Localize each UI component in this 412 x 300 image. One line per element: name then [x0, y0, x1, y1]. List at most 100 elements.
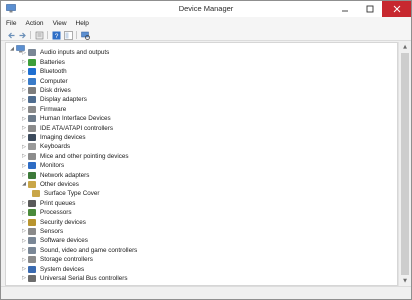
- expand-chevron-icon[interactable]: ▷: [20, 69, 28, 75]
- expand-chevron-icon[interactable]: ▷: [20, 106, 28, 112]
- menu-help[interactable]: Help: [76, 20, 89, 27]
- tree-item[interactable]: ▷ IDE ATA/ATAPI controllers: [20, 123, 113, 132]
- help-icon: ?: [52, 31, 60, 40]
- tree-item[interactable]: ▷ Audio inputs and outputs: [20, 48, 109, 57]
- expand-chevron-icon[interactable]: ▷: [20, 210, 28, 216]
- usb-icon: [28, 274, 36, 282]
- expand-chevron-icon[interactable]: ▷: [20, 275, 28, 281]
- tree-item[interactable]: ▷ System devices: [20, 264, 84, 273]
- scroll-down-arrow-icon[interactable]: ▼: [399, 276, 411, 286]
- tree-item[interactable]: ▷ Universal Serial Bus controllers: [20, 274, 128, 283]
- display-adapter-icon: [28, 96, 36, 104]
- expand-chevron-icon[interactable]: ▷: [20, 163, 28, 169]
- tree-item-label: Keyboards: [40, 143, 71, 151]
- tree-item[interactable]: ▷ Bluetooth: [20, 67, 67, 76]
- maximize-button[interactable]: [357, 1, 382, 17]
- tree-item-label: Sensors: [40, 227, 64, 235]
- expand-chevron-icon[interactable]: ▷: [20, 116, 28, 122]
- close-button[interactable]: [382, 1, 411, 17]
- tree-item-label: Firmware: [40, 105, 67, 113]
- tree-item-label: Computer: [40, 77, 68, 85]
- expand-chevron-icon[interactable]: ▷: [20, 153, 28, 159]
- status-bar: [1, 286, 411, 299]
- expand-chevron-icon[interactable]: ▷: [20, 144, 28, 150]
- firmware-icon: [28, 105, 36, 113]
- ide-controller-icon: [28, 124, 36, 132]
- tree-item[interactable]: ▷ Network adapters: [20, 170, 89, 179]
- tree-item-label: Batteries: [40, 58, 65, 66]
- unknown-device-icon: [32, 190, 40, 198]
- tree-item[interactable]: ▷ Human Interface Devices: [20, 114, 111, 123]
- tree-item-label: Processors: [40, 209, 72, 217]
- help-button[interactable]: ?: [51, 30, 61, 40]
- tree-item-label: System devices: [40, 265, 85, 273]
- scan-hardware-button[interactable]: [80, 30, 90, 40]
- expand-chevron-icon[interactable]: ▷: [20, 266, 28, 272]
- tree-item[interactable]: ▷ Firmware: [20, 105, 66, 114]
- minimize-icon: [341, 10, 348, 12]
- properties-button[interactable]: [34, 30, 44, 40]
- expand-chevron-icon[interactable]: ▷: [20, 238, 28, 244]
- vertical-scrollbar[interactable]: ▲ ▼: [398, 42, 410, 286]
- tree-item[interactable]: ▷ Keyboards: [20, 142, 70, 151]
- tree-item[interactable]: ▷ Sound, video and game controllers: [20, 246, 137, 255]
- menu-action[interactable]: Action: [25, 20, 43, 27]
- device-tree[interactable]: ◢ ▷ Audio inputs and outputs ▷ Batteries ▷ Bl…: [5, 42, 398, 286]
- menu-file[interactable]: File: [6, 20, 16, 27]
- printer-icon: [28, 199, 36, 207]
- expand-chevron-icon[interactable]: ▷: [20, 228, 28, 234]
- menu-view[interactable]: View: [53, 20, 67, 27]
- collapse-chevron-icon[interactable]: ◢: [20, 181, 28, 187]
- system-devices-icon: [28, 265, 36, 273]
- tree-item[interactable]: ▷ Imaging devices: [20, 133, 86, 142]
- forward-icon: [19, 32, 26, 38]
- tree-item[interactable]: ▷ Mice and other pointing devices: [20, 152, 129, 161]
- expand-chevron-icon[interactable]: ▷: [20, 59, 28, 65]
- title-bar[interactable]: Device Manager: [1, 1, 411, 17]
- expand-chevron-icon[interactable]: ▷: [20, 78, 28, 84]
- tree-item-label: Bluetooth: [40, 68, 67, 76]
- collapse-chevron-icon[interactable]: ◢: [8, 46, 16, 52]
- expand-chevron-icon[interactable]: ▷: [20, 134, 28, 140]
- tree-item[interactable]: ▷ Software devices: [20, 236, 88, 245]
- tree-item[interactable]: ▷ Display adapters: [20, 95, 87, 104]
- tree-item-label: Imaging devices: [40, 133, 86, 141]
- tree-item[interactable]: ▷ Sensors: [20, 227, 63, 236]
- tree-item-label: Software devices: [40, 237, 88, 245]
- tree-item[interactable]: ▷ Storage controllers: [20, 255, 93, 264]
- tree-item[interactable]: ▷ Print queues: [20, 199, 75, 208]
- tree-item-label: Disk drives: [40, 86, 71, 94]
- tree-item-label: Other devices: [40, 180, 79, 188]
- forward-button[interactable]: [17, 30, 27, 40]
- tree-item[interactable]: ▷ Security devices: [20, 217, 86, 226]
- expand-chevron-icon[interactable]: ▷: [20, 87, 28, 93]
- expand-chevron-icon[interactable]: ▷: [20, 172, 28, 178]
- expand-chevron-icon[interactable]: ▷: [20, 125, 28, 131]
- expand-chevron-icon[interactable]: ▷: [20, 200, 28, 206]
- expand-chevron-icon[interactable]: ▷: [20, 219, 28, 225]
- storage-controller-icon: [28, 256, 36, 264]
- tree-item[interactable]: ▷ Computer: [20, 76, 68, 85]
- tree-item[interactable]: ▷ Batteries: [20, 58, 65, 67]
- svg-text:?: ?: [54, 33, 58, 40]
- expand-chevron-icon[interactable]: ▷: [20, 50, 28, 56]
- tree-item[interactable]: ▷ Processors: [20, 208, 72, 217]
- camera-icon: [28, 133, 36, 141]
- scroll-thumb[interactable]: [401, 53, 409, 275]
- tree-item-label: Universal Serial Bus controllers: [40, 274, 128, 282]
- scroll-up-arrow-icon[interactable]: ▲: [399, 42, 411, 52]
- back-button[interactable]: [6, 30, 16, 40]
- expand-chevron-icon[interactable]: ▷: [20, 257, 28, 263]
- sound-icon: [28, 246, 36, 254]
- expand-chevron-icon[interactable]: ▷: [20, 97, 28, 103]
- tree-child-item[interactable]: Surface Type Cover: [32, 189, 100, 198]
- tree-item-label: Storage controllers: [40, 256, 93, 264]
- tree-item[interactable]: ▷ Monitors: [20, 161, 64, 170]
- minimize-button[interactable]: [332, 1, 357, 17]
- tree-item[interactable]: ▷ Disk drives: [20, 86, 71, 95]
- tree-item-label: Print queues: [40, 199, 76, 207]
- expand-chevron-icon[interactable]: ▷: [20, 247, 28, 253]
- mouse-icon: [28, 152, 36, 160]
- tree-item[interactable]: ◢ Other devices: [20, 180, 79, 189]
- show-hide-button[interactable]: [63, 30, 73, 40]
